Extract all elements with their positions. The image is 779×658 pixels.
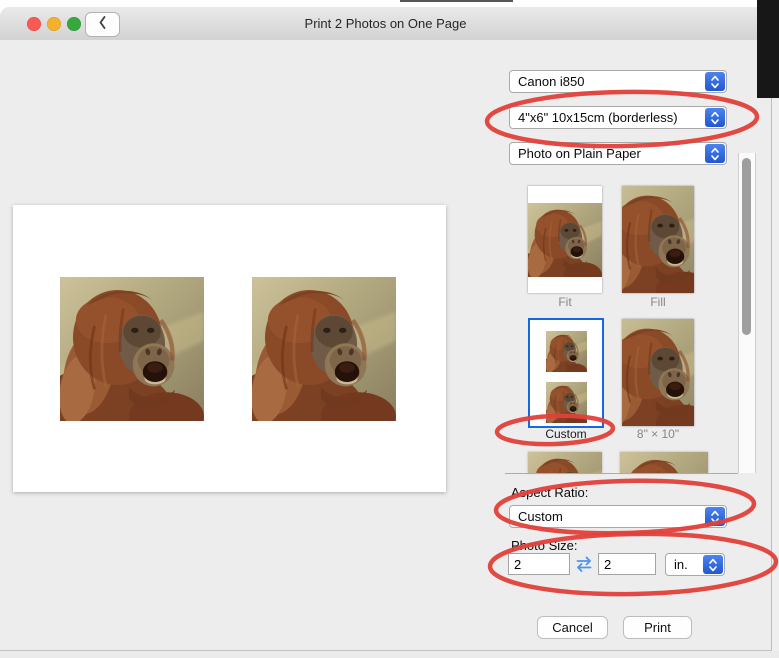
minimize-button[interactable] (47, 17, 61, 31)
layout-label-8x10: 8" × 10" (636, 427, 680, 441)
background-window-fragment (757, 0, 779, 98)
chevron-left-icon (97, 15, 108, 35)
preview-page (13, 205, 446, 492)
media-type-select[interactable]: Photo on Plain Paper (509, 142, 727, 165)
preview-photo-2 (252, 277, 396, 421)
chevron-up-down-icon (705, 72, 725, 91)
desktop-below (0, 651, 779, 658)
photo-width-input[interactable] (508, 553, 570, 575)
print-button[interactable]: Print (623, 616, 692, 639)
layout-option-partial-2[interactable] (620, 452, 708, 473)
print-dialog-window: Print 2 Photos on One Page Canon i850 4"… (0, 0, 779, 658)
chevron-up-down-icon (703, 555, 723, 574)
close-button[interactable] (27, 17, 41, 31)
aspect-ratio-select[interactable]: Custom (509, 505, 727, 528)
printer-select-value: Canon i850 (518, 74, 585, 89)
aspect-ratio-select-value: Custom (518, 509, 563, 524)
chevron-up-down-icon (705, 144, 725, 163)
unit-select[interactable]: in. (665, 553, 725, 576)
desktop-edge (771, 0, 779, 658)
scrollbar-thumb[interactable] (742, 158, 751, 335)
cancel-button[interactable]: Cancel (537, 616, 608, 639)
zoom-button[interactable] (67, 17, 81, 31)
photo-size-label: Photo Size: (511, 538, 578, 553)
layout-label-fit: Fit (558, 295, 572, 309)
chevron-up-down-icon (705, 507, 725, 526)
layout-option-8x10[interactable] (622, 319, 694, 426)
layout-option-fit[interactable] (528, 186, 602, 293)
screen-artifact (400, 0, 513, 2)
swap-arrows-icon[interactable] (574, 555, 594, 573)
list-divider (505, 473, 738, 474)
layout-label-fill: Fill (650, 295, 666, 309)
layout-option-partial-1[interactable] (528, 452, 602, 473)
preview-photo-1 (60, 277, 204, 421)
paper-size-select[interactable]: 4"x6" 10x15cm (borderless) (509, 106, 727, 129)
media-type-select-value: Photo on Plain Paper (518, 146, 641, 161)
aspect-ratio-label: Aspect Ratio: (511, 485, 589, 500)
layout-label-custom: Custom (545, 427, 587, 441)
layout-option-custom-selected[interactable] (528, 318, 604, 428)
printer-select[interactable]: Canon i850 (509, 70, 727, 93)
chevron-up-down-icon (705, 108, 725, 127)
paper-size-select-value: 4"x6" 10x15cm (borderless) (518, 110, 678, 125)
photo-height-input[interactable] (598, 553, 656, 575)
layout-option-fill[interactable] (622, 186, 694, 293)
back-button[interactable] (85, 12, 120, 37)
unit-select-value: in. (674, 557, 688, 572)
